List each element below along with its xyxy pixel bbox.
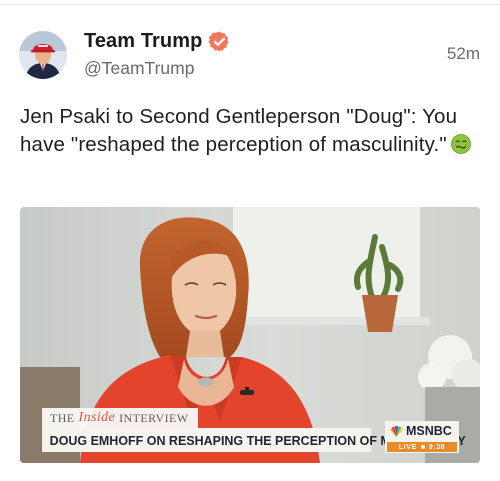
post-text: Jen Psaki to Second Gentleperson "Doug":… [20, 103, 482, 158]
show-title-name: Inside [78, 410, 116, 425]
show-title: THE Inside INTERVIEW [42, 408, 199, 428]
divider [0, 4, 500, 5]
live-dot-icon [420, 445, 425, 449]
post-body: Jen Psaki to Second Gentleperson "Doug":… [20, 105, 458, 156]
peacock-icon [390, 425, 403, 437]
headline-chyron: DOUG EMHOFF ON RESHAPING THE PERCEPTION … [42, 428, 466, 452]
network-name: MSNBC [406, 424, 452, 438]
show-title-suffix: INTERVIEW [119, 410, 189, 425]
nauseated-face-icon [450, 133, 471, 154]
author-handle[interactable]: @TeamTrump [84, 58, 194, 79]
live-label: LIVE [398, 443, 417, 451]
avatar[interactable] [19, 31, 67, 79]
author-row: Team Trump [84, 29, 231, 53]
verified-badge-icon [208, 30, 230, 52]
profile-photo-icon [19, 31, 67, 79]
live-indicator: LIVE 9:38 [387, 442, 457, 452]
broadcast-time: 9:38 [428, 443, 446, 451]
post-card[interactable]: Team Trump @TeamTrump 52m Jen Psaki to S… [0, 0, 500, 481]
post-timestamp[interactable]: 52m [447, 44, 480, 64]
display-name[interactable]: Team Trump [84, 30, 202, 53]
network-logo: MSNBC [389, 423, 452, 439]
show-title-prefix: THE [50, 410, 75, 425]
video-thumbnail[interactable]: THE Inside INTERVIEW DOUG EMHOFF ON RESH… [20, 207, 480, 463]
